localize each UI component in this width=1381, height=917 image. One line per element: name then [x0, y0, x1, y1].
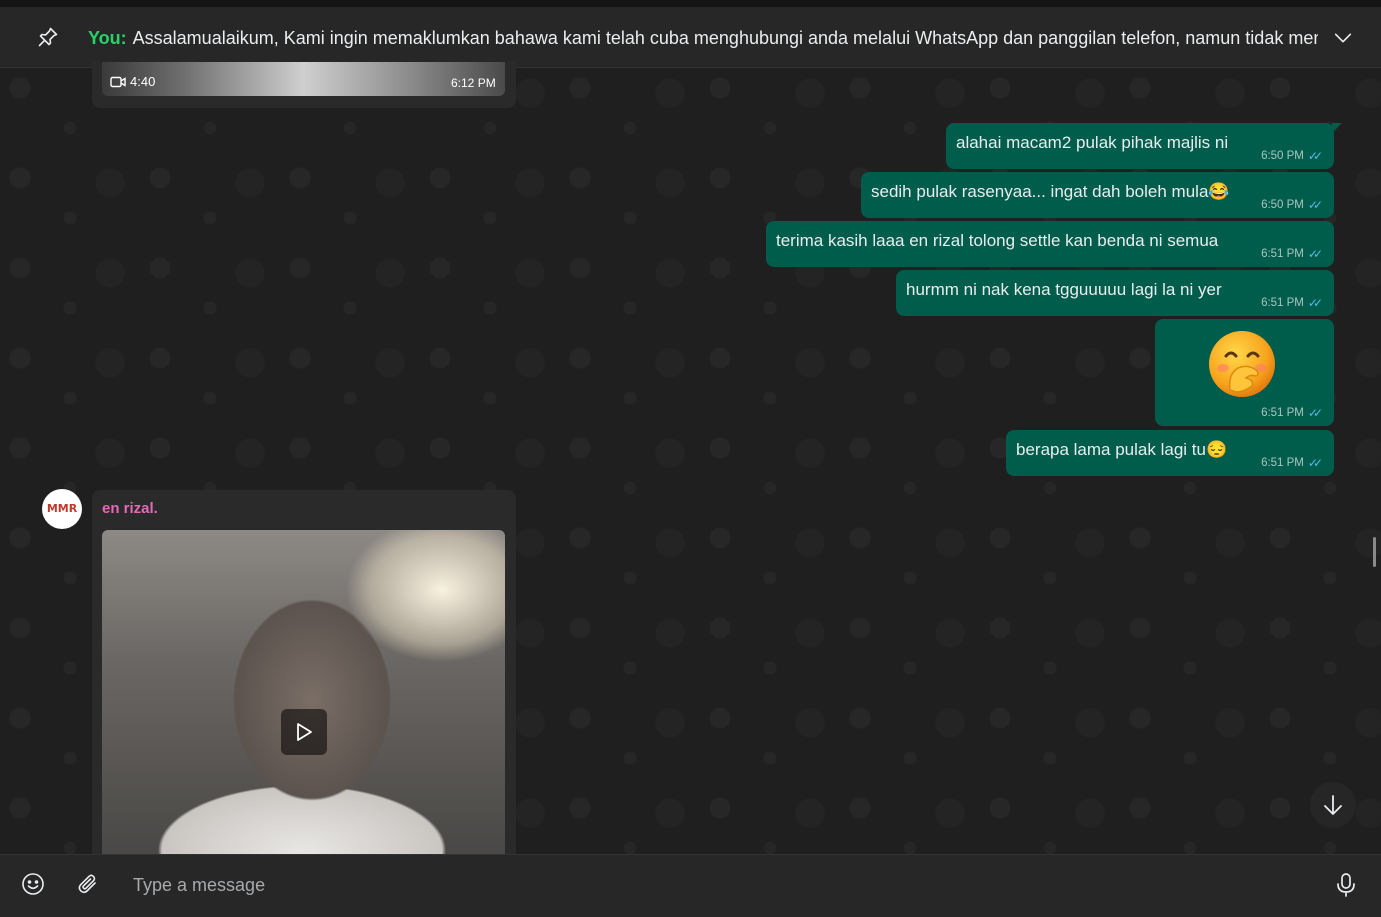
pinned-sender-label: You: — [88, 28, 127, 48]
message-time: 6:12 PM — [451, 76, 496, 90]
pinned-message-text: You: Assalamualaikum, Kami ingin memaklum… — [88, 27, 1318, 49]
read-receipt-icon: ✓✓ — [1307, 247, 1323, 261]
message-text: sedih pulak rasenyaa... ingat dah boleh … — [871, 182, 1230, 201]
message-meta: 6:51 PM ✓✓ — [1261, 247, 1323, 261]
read-receipt-icon: ✓✓ — [1307, 149, 1323, 163]
read-receipt-icon: ✓✓ — [1307, 198, 1323, 212]
outgoing-message[interactable]: sedih pulak rasenyaa... ingat dah boleh … — [861, 172, 1334, 218]
read-receipt-icon: ✓✓ — [1307, 406, 1323, 420]
video-thumbnail[interactable] — [102, 530, 505, 854]
outgoing-message[interactable]: terima kasih laaa en rizal tolong settle… — [766, 221, 1334, 267]
message-time: 6:50 PM — [1261, 199, 1304, 211]
sender-name[interactable]: en rizal. — [102, 500, 158, 517]
outgoing-message[interactable]: alahai macam2 pulak pihak majlis ni 6:50… — [946, 123, 1342, 169]
pinned-preview: Assalamualaikum, Kami ingin memaklumkan … — [132, 28, 1318, 48]
message-text: hurmm ni nak kena tgguuuuu lagi la ni ye… — [906, 280, 1222, 299]
message-text: alahai macam2 pulak pihak majlis ni — [956, 133, 1229, 152]
read-receipt-icon: ✓✓ — [1307, 456, 1323, 470]
message-time: 6:51 PM — [1261, 297, 1304, 309]
avatar-logo-text: MMR — [46, 502, 78, 515]
message-text: berapa lama pulak lagi tu😔 — [1016, 440, 1228, 459]
title-strip — [0, 0, 1381, 7]
scroll-to-bottom-button[interactable] — [1310, 782, 1356, 828]
chevron-down-icon[interactable] — [1332, 27, 1354, 49]
message-meta: 6:50 PM ✓✓ — [1261, 198, 1323, 212]
microphone-icon[interactable] — [1334, 872, 1358, 898]
video-duration: 4:40 — [110, 74, 155, 89]
chat-window: You: Assalamualaikum, Kami ingin memaklum… — [0, 0, 1381, 917]
message-meta: 6:50 PM ✓✓ — [1261, 149, 1323, 163]
video-duration-text: 4:40 — [130, 74, 156, 89]
pinned-message-banner[interactable]: You: Assalamualaikum, Kami ingin memaklum… — [0, 7, 1381, 68]
bubble-tail — [1332, 123, 1342, 133]
paperclip-icon[interactable] — [76, 872, 100, 896]
message-composer — [0, 854, 1381, 917]
message-time: 6:50 PM — [1261, 150, 1304, 162]
message-time: 6:51 PM — [1261, 457, 1304, 469]
read-receipt-icon: ✓✓ — [1307, 296, 1323, 310]
scrollbar-thumb[interactable] — [1373, 537, 1376, 567]
message-meta: 6:51 PM ✓✓ — [1261, 456, 1323, 470]
message-input[interactable] — [120, 865, 1300, 905]
message-time: 6:51 PM — [1261, 248, 1304, 260]
emoji-icon[interactable] — [21, 872, 45, 896]
outgoing-message[interactable]: berapa lama pulak lagi tu😔 6:51 PM ✓✓ — [1006, 430, 1334, 476]
arrow-down-icon — [1324, 795, 1342, 815]
video-thumbnail[interactable] — [102, 62, 505, 96]
message-meta: 6:51 PM ✓✓ — [1261, 296, 1323, 310]
play-icon — [297, 723, 312, 741]
pin-icon — [38, 27, 58, 47]
play-button[interactable] — [281, 709, 327, 755]
message-meta: 6:51 PM ✓✓ — [1261, 406, 1323, 420]
message-text: terima kasih laaa en rizal tolong settle… — [776, 231, 1219, 250]
outgoing-message[interactable]: hurmm ni nak kena tgguuuuu lagi la ni ye… — [896, 270, 1334, 316]
video-camera-icon — [110, 76, 126, 87]
face-with-hand-over-mouth-icon — [1209, 331, 1275, 397]
sender-avatar[interactable]: MMR — [42, 489, 82, 529]
message-time: 6:51 PM — [1261, 407, 1304, 419]
